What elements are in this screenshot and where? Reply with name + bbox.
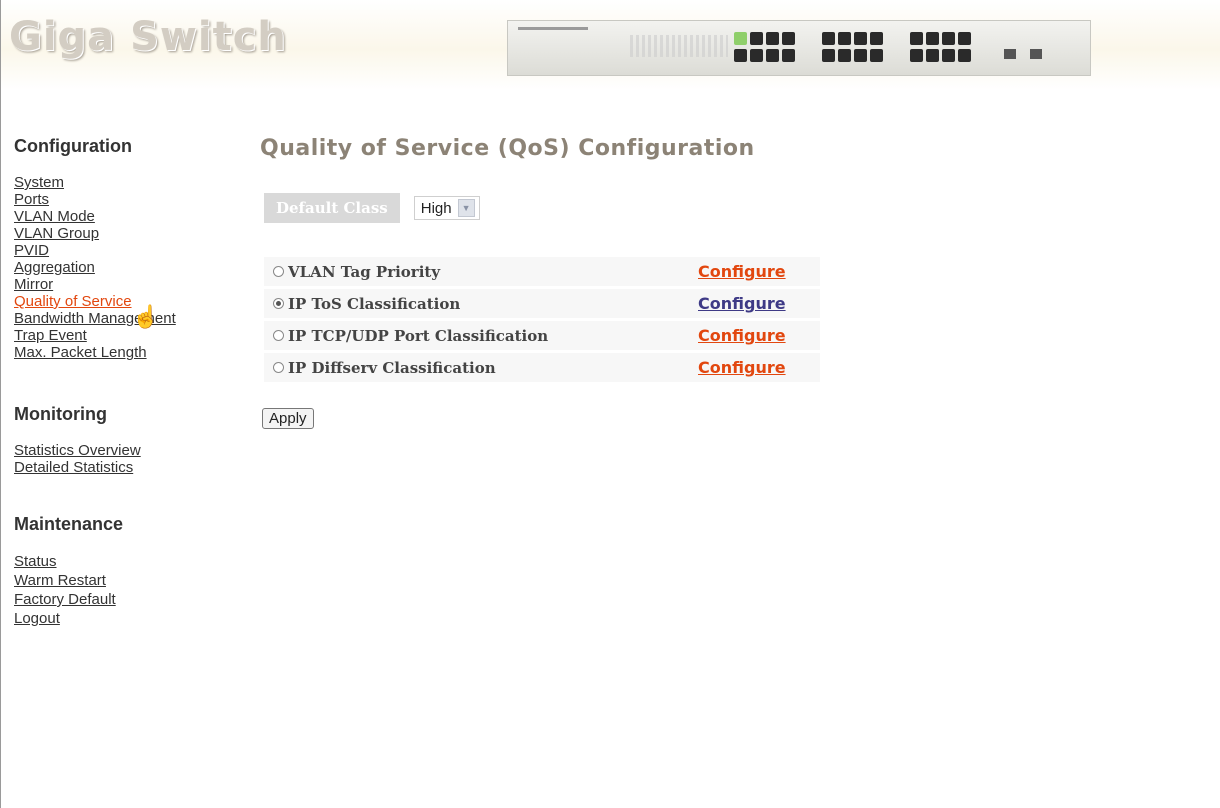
nav-link-statistics-overview[interactable]: Statistics Overview	[14, 442, 141, 459]
nav-link-status[interactable]: Status	[14, 553, 57, 570]
qos-row-ip-diffserv: IP Diffserv Classification Configure	[264, 353, 820, 382]
nav-link-system[interactable]: System	[14, 174, 64, 191]
nav-link-aggregation[interactable]: Aggregation	[14, 259, 95, 276]
monitoring-section: Monitoring Statistics Overview Detailed …	[14, 404, 244, 476]
qos-label: IP ToS Classification	[288, 294, 461, 313]
qos-label: IP Diffserv Classification	[288, 358, 496, 377]
sfp-port	[1004, 49, 1016, 59]
nav-link-factory-default[interactable]: Factory Default	[14, 591, 116, 608]
switch-device-image	[507, 20, 1091, 76]
nav-link-detailed-statistics[interactable]: Detailed Statistics	[14, 459, 133, 476]
port-group-1	[734, 32, 795, 64]
configuration-menu: System Ports VLAN Mode VLAN Group PVID A…	[14, 174, 244, 361]
default-class-select[interactable]: High ▼	[413, 196, 480, 220]
led-panel	[630, 35, 728, 57]
chevron-down-icon[interactable]: ▼	[457, 199, 475, 217]
section-title-configuration: Configuration	[14, 136, 132, 156]
qos-label: VLAN Tag Priority	[288, 262, 441, 281]
qos-row-ip-tos: IP ToS Classification Configure	[264, 289, 820, 318]
qos-label: IP TCP/UDP Port Classification	[288, 326, 549, 345]
maintenance-section: Maintenance Status Warm Restart Factory …	[14, 514, 244, 628]
nav-link-mirror[interactable]: Mirror	[14, 276, 53, 293]
configure-link-ip-diffserv[interactable]: Configure	[698, 358, 786, 377]
nav-link-trap-event[interactable]: Trap Event	[14, 327, 87, 344]
radio-vlan-tag-priority[interactable]	[273, 266, 284, 277]
sfp-port	[1030, 49, 1042, 59]
default-class-value: High	[420, 199, 452, 217]
radio-ip-diffserv-classification[interactable]	[273, 362, 284, 373]
window-border	[0, 0, 1, 808]
section-title-monitoring: Monitoring	[14, 404, 107, 424]
radio-ip-tos-classification[interactable]	[273, 298, 284, 309]
radio-ip-tcp-udp-port-classification[interactable]	[273, 330, 284, 341]
port-group-3	[910, 32, 971, 64]
brand-logo: Giga Switch	[9, 14, 287, 60]
section-title-maintenance: Maintenance	[14, 514, 124, 534]
maintenance-menu: Status Warm Restart Factory Default Logo…	[14, 552, 244, 628]
apply-button[interactable]: Apply	[262, 408, 314, 429]
nav-link-vlan-group[interactable]: VLAN Group	[14, 225, 99, 242]
default-class-label: Default Class	[264, 193, 400, 223]
nav-link-vlan-mode[interactable]: VLAN Mode	[14, 208, 95, 225]
main-content: Quality of Service (QoS) Configuration D…	[260, 136, 820, 429]
qos-row-vlan-tag-priority: VLAN Tag Priority Configure	[264, 257, 820, 286]
qos-row-ip-tcp-udp: IP TCP/UDP Port Classification Configure	[264, 321, 820, 350]
port-group-2	[822, 32, 883, 64]
qos-mode-table: VLAN Tag Priority Configure IP ToS Class…	[264, 257, 820, 385]
configure-link-ip-tos[interactable]: Configure	[698, 294, 786, 313]
nav-link-ports[interactable]: Ports	[14, 191, 49, 208]
device-label	[518, 27, 588, 30]
hand-cursor-icon: ☝	[132, 304, 160, 329]
header-banner: Giga Switch	[1, 0, 1220, 90]
nav-link-max-packet-length[interactable]: Max. Packet Length	[14, 344, 147, 361]
configure-link-ip-tcp-udp[interactable]: Configure	[698, 326, 786, 345]
nav-link-warm-restart[interactable]: Warm Restart	[14, 572, 106, 589]
sidebar-nav: Configuration System Ports VLAN Mode VLA…	[14, 136, 244, 627]
default-class-row: Default Class High ▼	[264, 193, 480, 223]
nav-link-logout[interactable]: Logout	[14, 610, 60, 627]
nav-link-quality-of-service[interactable]: Quality of Service	[14, 293, 132, 310]
page-title: Quality of Service (QoS) Configuration	[260, 136, 755, 161]
configure-link-vlan-tag-priority[interactable]: Configure	[698, 262, 786, 281]
monitoring-menu: Statistics Overview Detailed Statistics	[14, 442, 244, 476]
nav-link-pvid[interactable]: PVID	[14, 242, 49, 259]
